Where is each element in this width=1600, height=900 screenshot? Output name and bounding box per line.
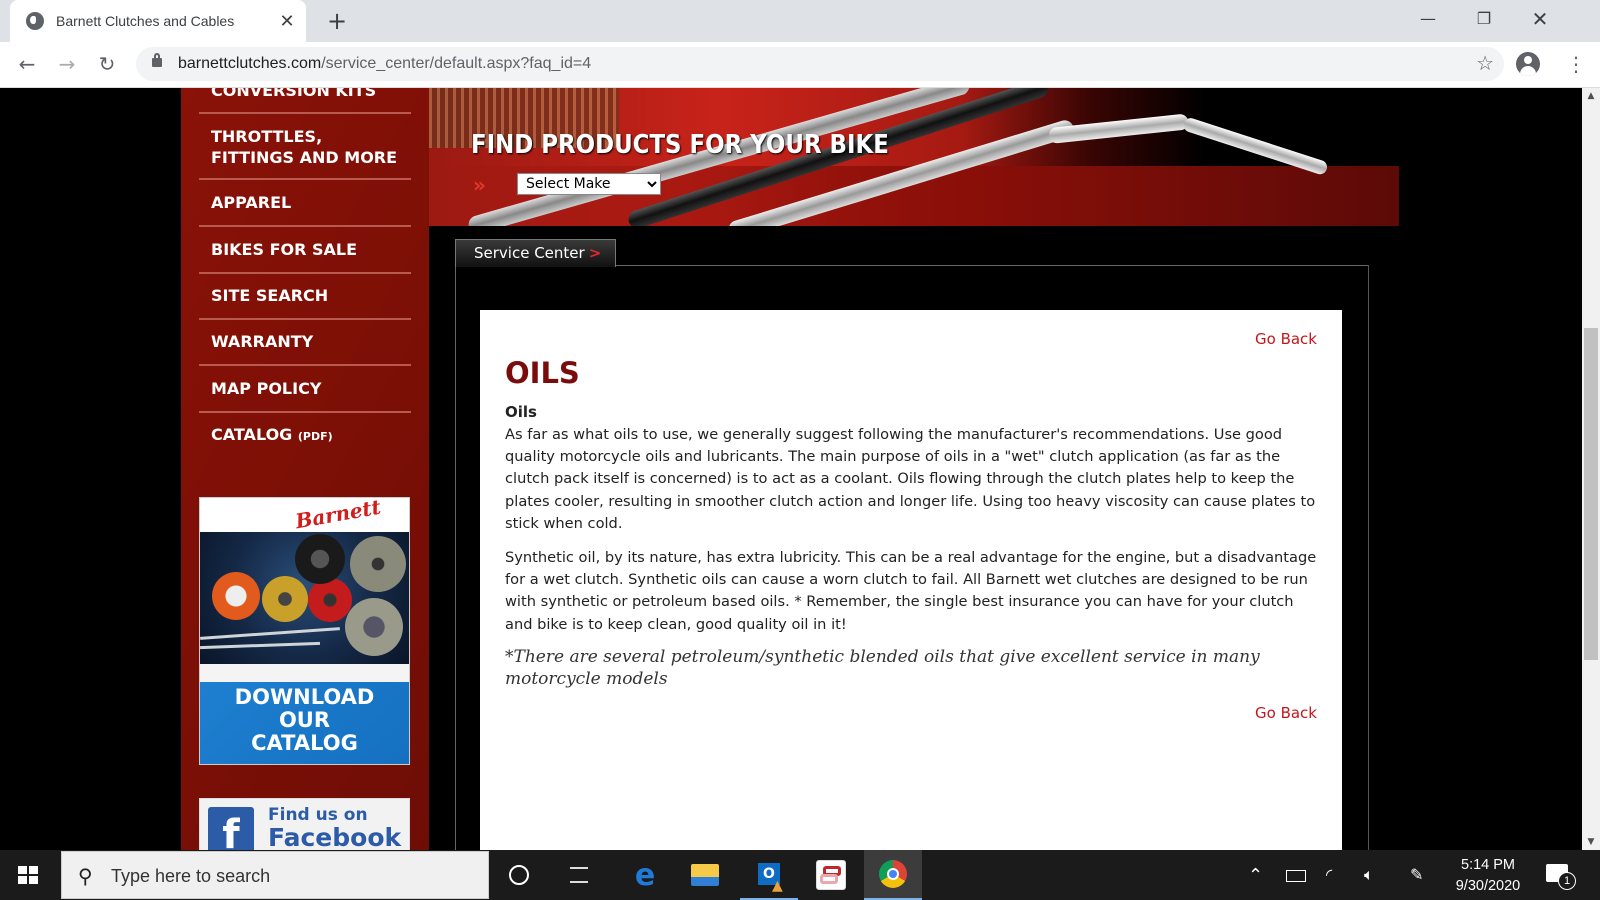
- cortana-icon[interactable]: [490, 850, 548, 900]
- minimize-button[interactable]: —: [1400, 0, 1456, 38]
- browser-toolbar: ← → ↻ barnettclutches.com/service_center…: [0, 42, 1600, 88]
- taskbar-search-placeholder: Type here to search: [111, 866, 271, 886]
- cable-line: [200, 641, 321, 650]
- tab-title: Barnett Clutches and Cables: [56, 13, 235, 29]
- wifi-icon[interactable]: ◜: [1326, 865, 1332, 884]
- chevron-right-icon: >: [588, 244, 602, 262]
- sidebar-item-throttles[interactable]: THROTTLES, FITTINGS AND MORE: [199, 126, 411, 180]
- clutch-disc-red: [308, 578, 352, 622]
- clutch-disc-black: [295, 534, 345, 584]
- reload-button[interactable]: ↻: [92, 49, 122, 79]
- menu-icon[interactable]: ⋮: [1566, 50, 1586, 78]
- go-back-link-top[interactable]: Go Back: [1255, 330, 1317, 348]
- sidebar-item-catalog[interactable]: CATALOG (PDF): [199, 424, 411, 448]
- select-make-dropdown[interactable]: Select Make: [517, 173, 661, 195]
- notification-badge: 1: [1558, 872, 1576, 890]
- sidebar-item-conversion-kits[interactable]: CONVERSION KITS: [199, 88, 411, 114]
- system-clock[interactable]: 5:14 PM 9/30/2020: [1440, 855, 1536, 897]
- scroll-up-arrow-icon[interactable]: ▲: [1582, 88, 1600, 104]
- find-products-banner: FIND PRODUCTS FOR YOUR BIKE » Select Mak…: [429, 88, 1399, 226]
- edge-icon[interactable]: e: [616, 850, 674, 900]
- sidebar: CONVERSION KITS THROTTLES, FITTINGS AND …: [181, 88, 429, 850]
- scroll-down-arrow-icon[interactable]: ▼: [1582, 834, 1600, 850]
- forward-button[interactable]: →: [52, 49, 82, 79]
- page-viewport: CONVERSION KITS THROTTLES, FITTINGS AND …: [0, 88, 1582, 850]
- outlook-icon[interactable]: O ▲: [740, 850, 798, 900]
- browser-tab[interactable]: Barnett Clutches and Cables ✕: [10, 0, 306, 42]
- banner-heading: FIND PRODUCTS FOR YOUR BIKE: [471, 130, 889, 160]
- clutch-disc-orange: [212, 572, 260, 620]
- article-subtitle: Oils: [505, 403, 537, 421]
- download-catalog-text: DOWNLOAD OUR CATALOG: [200, 682, 409, 764]
- show-hidden-icons-icon[interactable]: ⌃: [1248, 865, 1263, 886]
- cable-line: [200, 627, 340, 640]
- windows-taskbar: ⚲ Type here to search e O ▲ ⌃ ◜ 🔈︎ ✎ 5:1…: [0, 850, 1600, 900]
- back-button[interactable]: ←: [12, 49, 42, 79]
- go-back-link-bottom[interactable]: Go Back: [1255, 704, 1317, 722]
- page-scrollbar[interactable]: ▲ ▼: [1582, 88, 1600, 850]
- remote-app-icon[interactable]: [802, 850, 860, 900]
- file-explorer-icon[interactable]: [676, 850, 734, 900]
- chrome-icon[interactable]: [864, 850, 922, 900]
- sidebar-item-map-policy[interactable]: MAP POLICY: [199, 378, 411, 413]
- article-paragraph: Synthetic oil, by its nature, has extra …: [505, 549, 1317, 633]
- chrome-elbow-image: [1048, 113, 1190, 144]
- catalog-ad-header: Barnett: [200, 497, 409, 534]
- restore-button[interactable]: ❐: [1456, 0, 1512, 38]
- article-paragraph: As far as what oils to use, we generally…: [505, 426, 1316, 532]
- facebook-line2: Facebook: [268, 823, 402, 850]
- faq-article: Go Back OILS Oils As far as what oils to…: [480, 310, 1342, 850]
- sidebar-item-site-search[interactable]: SITE SEARCH: [199, 285, 411, 320]
- globe-icon: [26, 12, 44, 30]
- sidebar-item-warranty[interactable]: WARRANTY: [199, 331, 411, 366]
- profile-icon[interactable]: [1516, 52, 1540, 76]
- article-note: *There are several petroleum/synthetic b…: [505, 647, 1260, 689]
- close-window-button[interactable]: ✕: [1512, 0, 1568, 38]
- catalog-ad-strip: [200, 664, 409, 682]
- battery-icon[interactable]: [1286, 870, 1306, 882]
- task-view-icon[interactable]: [550, 850, 608, 900]
- search-icon: ⚲: [78, 864, 93, 888]
- volume-icon[interactable]: 🔈︎: [1364, 865, 1374, 885]
- windows-start-button[interactable]: [18, 866, 38, 884]
- sidebar-item-apparel[interactable]: APPAREL: [199, 192, 411, 227]
- sidebar-item-bikes-for-sale[interactable]: BIKES FOR SALE: [199, 239, 411, 274]
- double-arrow-icon: »: [473, 173, 486, 197]
- address-bar[interactable]: barnettclutches.com/service_center/defau…: [136, 47, 1504, 81]
- clutch-plates: [345, 598, 403, 656]
- facebook-line1: Find us on: [268, 805, 368, 825]
- action-center-icon[interactable]: 1: [1546, 864, 1576, 890]
- clock-date: 9/30/2020: [1455, 878, 1521, 894]
- download-catalog-banner[interactable]: Barnett DOWNLOAD OUR CATALOG: [199, 497, 410, 765]
- new-tab-button[interactable]: +: [322, 6, 352, 36]
- close-tab-icon[interactable]: ✕: [276, 11, 298, 32]
- pen-icon[interactable]: ✎: [1410, 865, 1423, 884]
- clutch-disc-gold: [262, 576, 308, 622]
- clock-time: 5:14 PM: [1461, 857, 1515, 873]
- taskbar-search-box[interactable]: ⚲ Type here to search: [61, 851, 489, 899]
- tab-strip: Barnett Clutches and Cables ✕ + — ❐ ✕: [0, 0, 1600, 42]
- scrollbar-thumb[interactable]: [1584, 328, 1598, 660]
- article-title: OILS: [505, 356, 580, 390]
- facebook-banner[interactable]: f Find us on Facebook: [199, 798, 410, 850]
- bookmark-star-icon[interactable]: ☆: [1476, 51, 1494, 75]
- barnett-logo: Barnett: [293, 497, 383, 534]
- service-center-tab[interactable]: Service Center >: [455, 239, 616, 267]
- clutch-basket: [350, 536, 406, 592]
- url-text[interactable]: barnettclutches.com/service_center/defau…: [178, 55, 591, 73]
- products-photo: [200, 532, 409, 664]
- facebook-icon: f: [208, 807, 254, 850]
- lock-icon: [152, 53, 162, 67]
